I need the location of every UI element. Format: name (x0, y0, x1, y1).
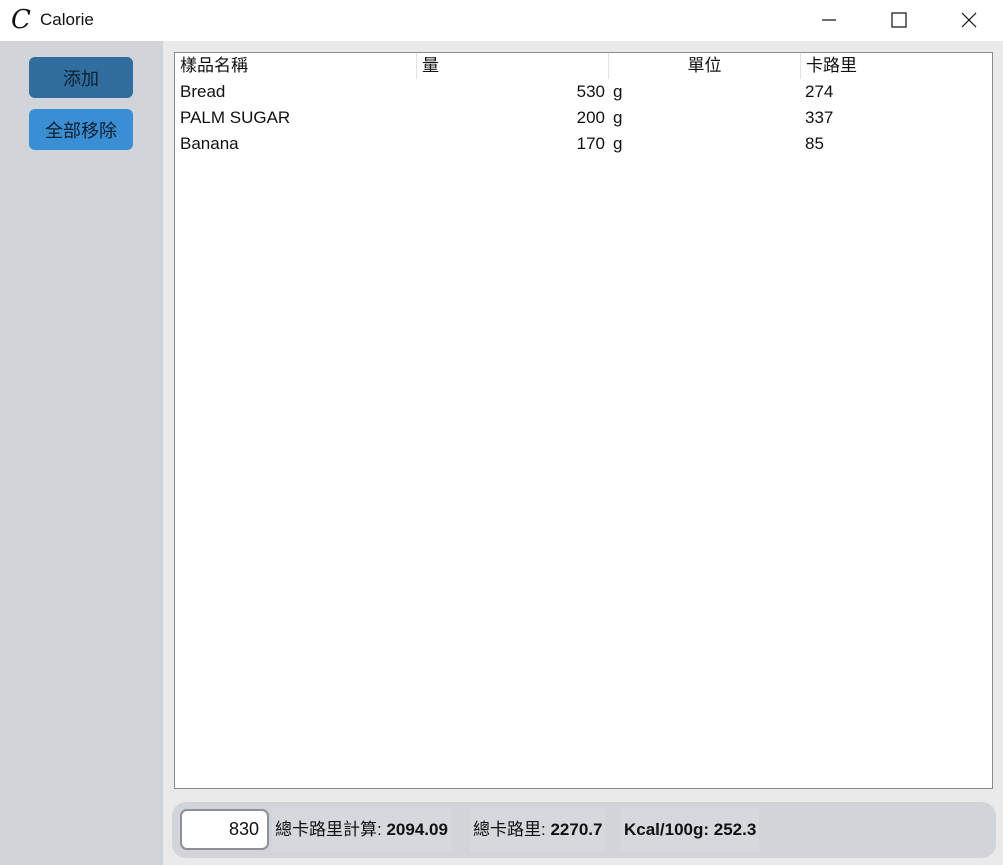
weight-input[interactable] (180, 809, 269, 850)
column-header-calories[interactable]: 卡路里 (801, 53, 992, 79)
row-amount: 530 (576, 82, 605, 101)
list-header: 樣品名稱 量 單位 卡路里 (175, 53, 992, 79)
row-name: Banana (180, 134, 239, 153)
total-calories-value: 2270.7 (550, 820, 603, 839)
row-calories: 274 (805, 82, 834, 101)
kcal-per-100g-value: 252.3 (713, 820, 757, 839)
app-logo-icon: C (11, 5, 31, 35)
row-unit: g (613, 108, 623, 127)
calculated-total-value: 2094.09 (386, 820, 448, 839)
column-header-amount[interactable]: 量 (417, 53, 608, 79)
maximize-button[interactable] (876, 0, 922, 40)
title-bar: C Calorie (0, 0, 1003, 41)
list-row[interactable]: PALM SUGAR 200 g 337 (175, 105, 992, 131)
kcal-per-100g-label: Kcal/100g: (624, 820, 714, 839)
column-header-sample-name[interactable]: 樣品名稱 (175, 53, 416, 79)
row-unit: g (613, 134, 623, 153)
row-calories: 337 (805, 108, 834, 127)
calculated-total-label: 總卡路里計算: (275, 820, 387, 839)
close-button[interactable] (946, 0, 992, 40)
window-title: Calorie (40, 10, 94, 29)
row-name: PALM SUGAR (180, 108, 291, 127)
maximize-icon (891, 12, 907, 28)
total-calories-label: 總卡路里: (473, 820, 551, 839)
row-unit: g (613, 82, 623, 101)
list-row[interactable]: Banana 170 g 85 (175, 131, 992, 157)
minimize-button[interactable] (806, 0, 852, 40)
add-button[interactable]: 添加 (29, 57, 133, 98)
food-list[interactable]: 樣品名稱 量 單位 卡路里 Bread 530 g 274 PALM SUGAR… (174, 52, 993, 789)
row-name: Bread (180, 82, 226, 101)
row-amount: 200 (576, 108, 605, 127)
kcal-per-100g: Kcal/100g: 252.3 (621, 808, 760, 852)
total-calories: 總卡路里: 2270.7 (470, 808, 606, 852)
close-icon (961, 12, 977, 28)
row-amount: 170 (576, 134, 605, 153)
row-calories: 85 (805, 134, 824, 153)
sidebar: 添加 全部移除 (0, 41, 163, 865)
calculated-total-calories: 總卡路里計算: 2094.09 (272, 808, 451, 852)
column-header-unit[interactable]: 單位 (609, 53, 800, 79)
minimize-icon (822, 19, 836, 21)
calorie-window: C Calorie 添加 全部移除 樣品名稱 量 單位 卡路里 Bread 53… (0, 0, 1003, 865)
list-row[interactable]: Bread 530 g 274 (175, 79, 992, 105)
remove-all-button[interactable]: 全部移除 (29, 109, 133, 150)
